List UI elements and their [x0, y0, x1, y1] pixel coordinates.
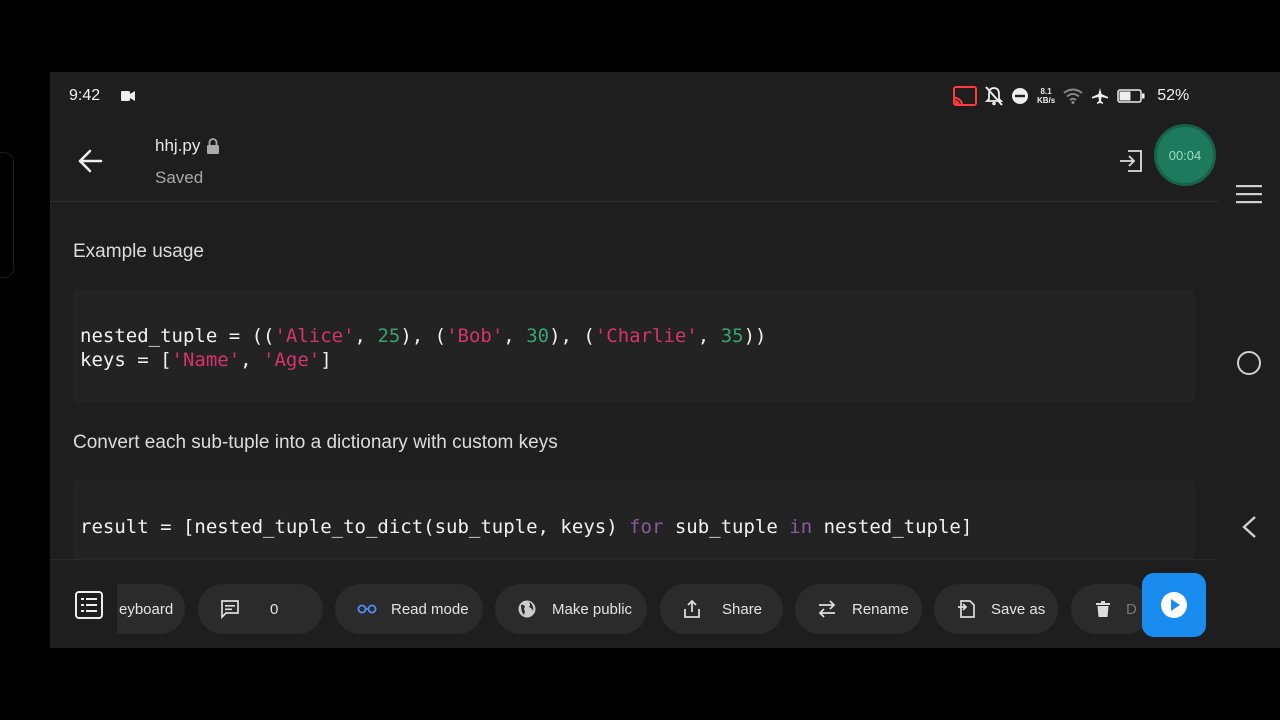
share-button[interactable]: Share	[660, 584, 783, 634]
app-header: hhj.py Saved 00:04	[50, 120, 1218, 202]
play-icon	[1161, 592, 1187, 618]
menu-icon[interactable]	[1236, 184, 1262, 204]
home-circle-icon[interactable]	[1237, 351, 1261, 375]
recording-badge[interactable]: 00:04	[1154, 124, 1216, 186]
wifi-icon	[1063, 88, 1083, 104]
file-name: hhj.py	[155, 136, 201, 155]
comments-button[interactable]: 0	[198, 584, 323, 634]
globe-icon	[518, 600, 536, 618]
make-public-button[interactable]: Make public	[495, 584, 647, 634]
nav-back-chevron-icon[interactable]	[1240, 515, 1258, 539]
video-camera-icon	[121, 91, 135, 101]
rename-label: Rename	[852, 600, 909, 618]
save-as-icon	[958, 600, 975, 618]
bottom-toolbar: eyboard 0 Read mode Make public Share Re…	[50, 559, 1218, 648]
paragraph-example-usage: Example usage	[73, 241, 204, 262]
battery-icon	[1117, 89, 1145, 103]
status-bar: 9:42 8.1 KB/s 52%	[50, 72, 1280, 120]
save-status: Saved	[155, 168, 204, 187]
swap-arrows-icon	[818, 600, 836, 618]
run-button[interactable]	[1142, 573, 1206, 637]
device-screen: 9:42 8.1 KB/s 52% hhj.py Saved 00:04 Exam…	[50, 72, 1280, 648]
code-block-2[interactable]: result = [nested_tuple_to_dict(sub_tuple…	[73, 480, 1195, 559]
share-icon	[684, 599, 700, 618]
status-icons: 8.1 KB/s 52%	[953, 84, 1189, 108]
delete-label: D	[1126, 600, 1137, 618]
share-label: Share	[722, 600, 763, 618]
make-public-label: Make public	[552, 600, 633, 618]
save-as-label: Save as	[991, 600, 1046, 618]
back-arrow-icon[interactable]	[76, 147, 104, 175]
network-speed: 8.1 KB/s	[1037, 87, 1056, 105]
document-content[interactable]: Example usage nested_tuple = (('Alice', …	[50, 203, 1218, 559]
exit-icon[interactable]	[1118, 148, 1144, 174]
rename-button[interactable]: Rename	[795, 584, 922, 634]
keyboard-button[interactable]: eyboard	[117, 584, 185, 634]
battery-percent: 52%	[1157, 87, 1190, 104]
document-outline-icon[interactable]	[74, 590, 104, 620]
file-title: hhj.py	[155, 136, 220, 156]
read-mode-label: Read mode	[391, 600, 469, 618]
do-not-disturb-icon	[1012, 88, 1028, 104]
comments-count: 0	[270, 600, 279, 618]
system-nav-bar	[1218, 120, 1280, 648]
mute-notification-icon	[985, 86, 1003, 106]
read-mode-button[interactable]: Read mode	[335, 584, 483, 634]
code-line: keys = ['Name', 'Age']	[80, 349, 332, 371]
code-line: result = [nested_tuple_to_dict(sub_tuple…	[80, 516, 973, 538]
glasses-icon	[357, 604, 377, 614]
keyboard-label: eyboard	[119, 600, 174, 618]
comment-icon	[221, 600, 239, 619]
save-as-button[interactable]: Save as	[934, 584, 1058, 634]
lock-icon	[207, 138, 220, 154]
trash-icon	[1096, 601, 1110, 617]
airplane-mode-icon	[1092, 88, 1109, 104]
code-line: nested_tuple = (('Alice', 25), ('Bob', 3…	[80, 325, 767, 347]
side-handle	[0, 152, 14, 278]
delete-button[interactable]: D	[1071, 584, 1151, 634]
status-time: 9:42	[69, 87, 101, 104]
code-block-1[interactable]: nested_tuple = (('Alice', 25), ('Bob', 3…	[73, 289, 1195, 403]
cast-icon	[953, 86, 977, 106]
paragraph-convert: Convert each sub-tuple into a dictionary…	[73, 432, 558, 453]
